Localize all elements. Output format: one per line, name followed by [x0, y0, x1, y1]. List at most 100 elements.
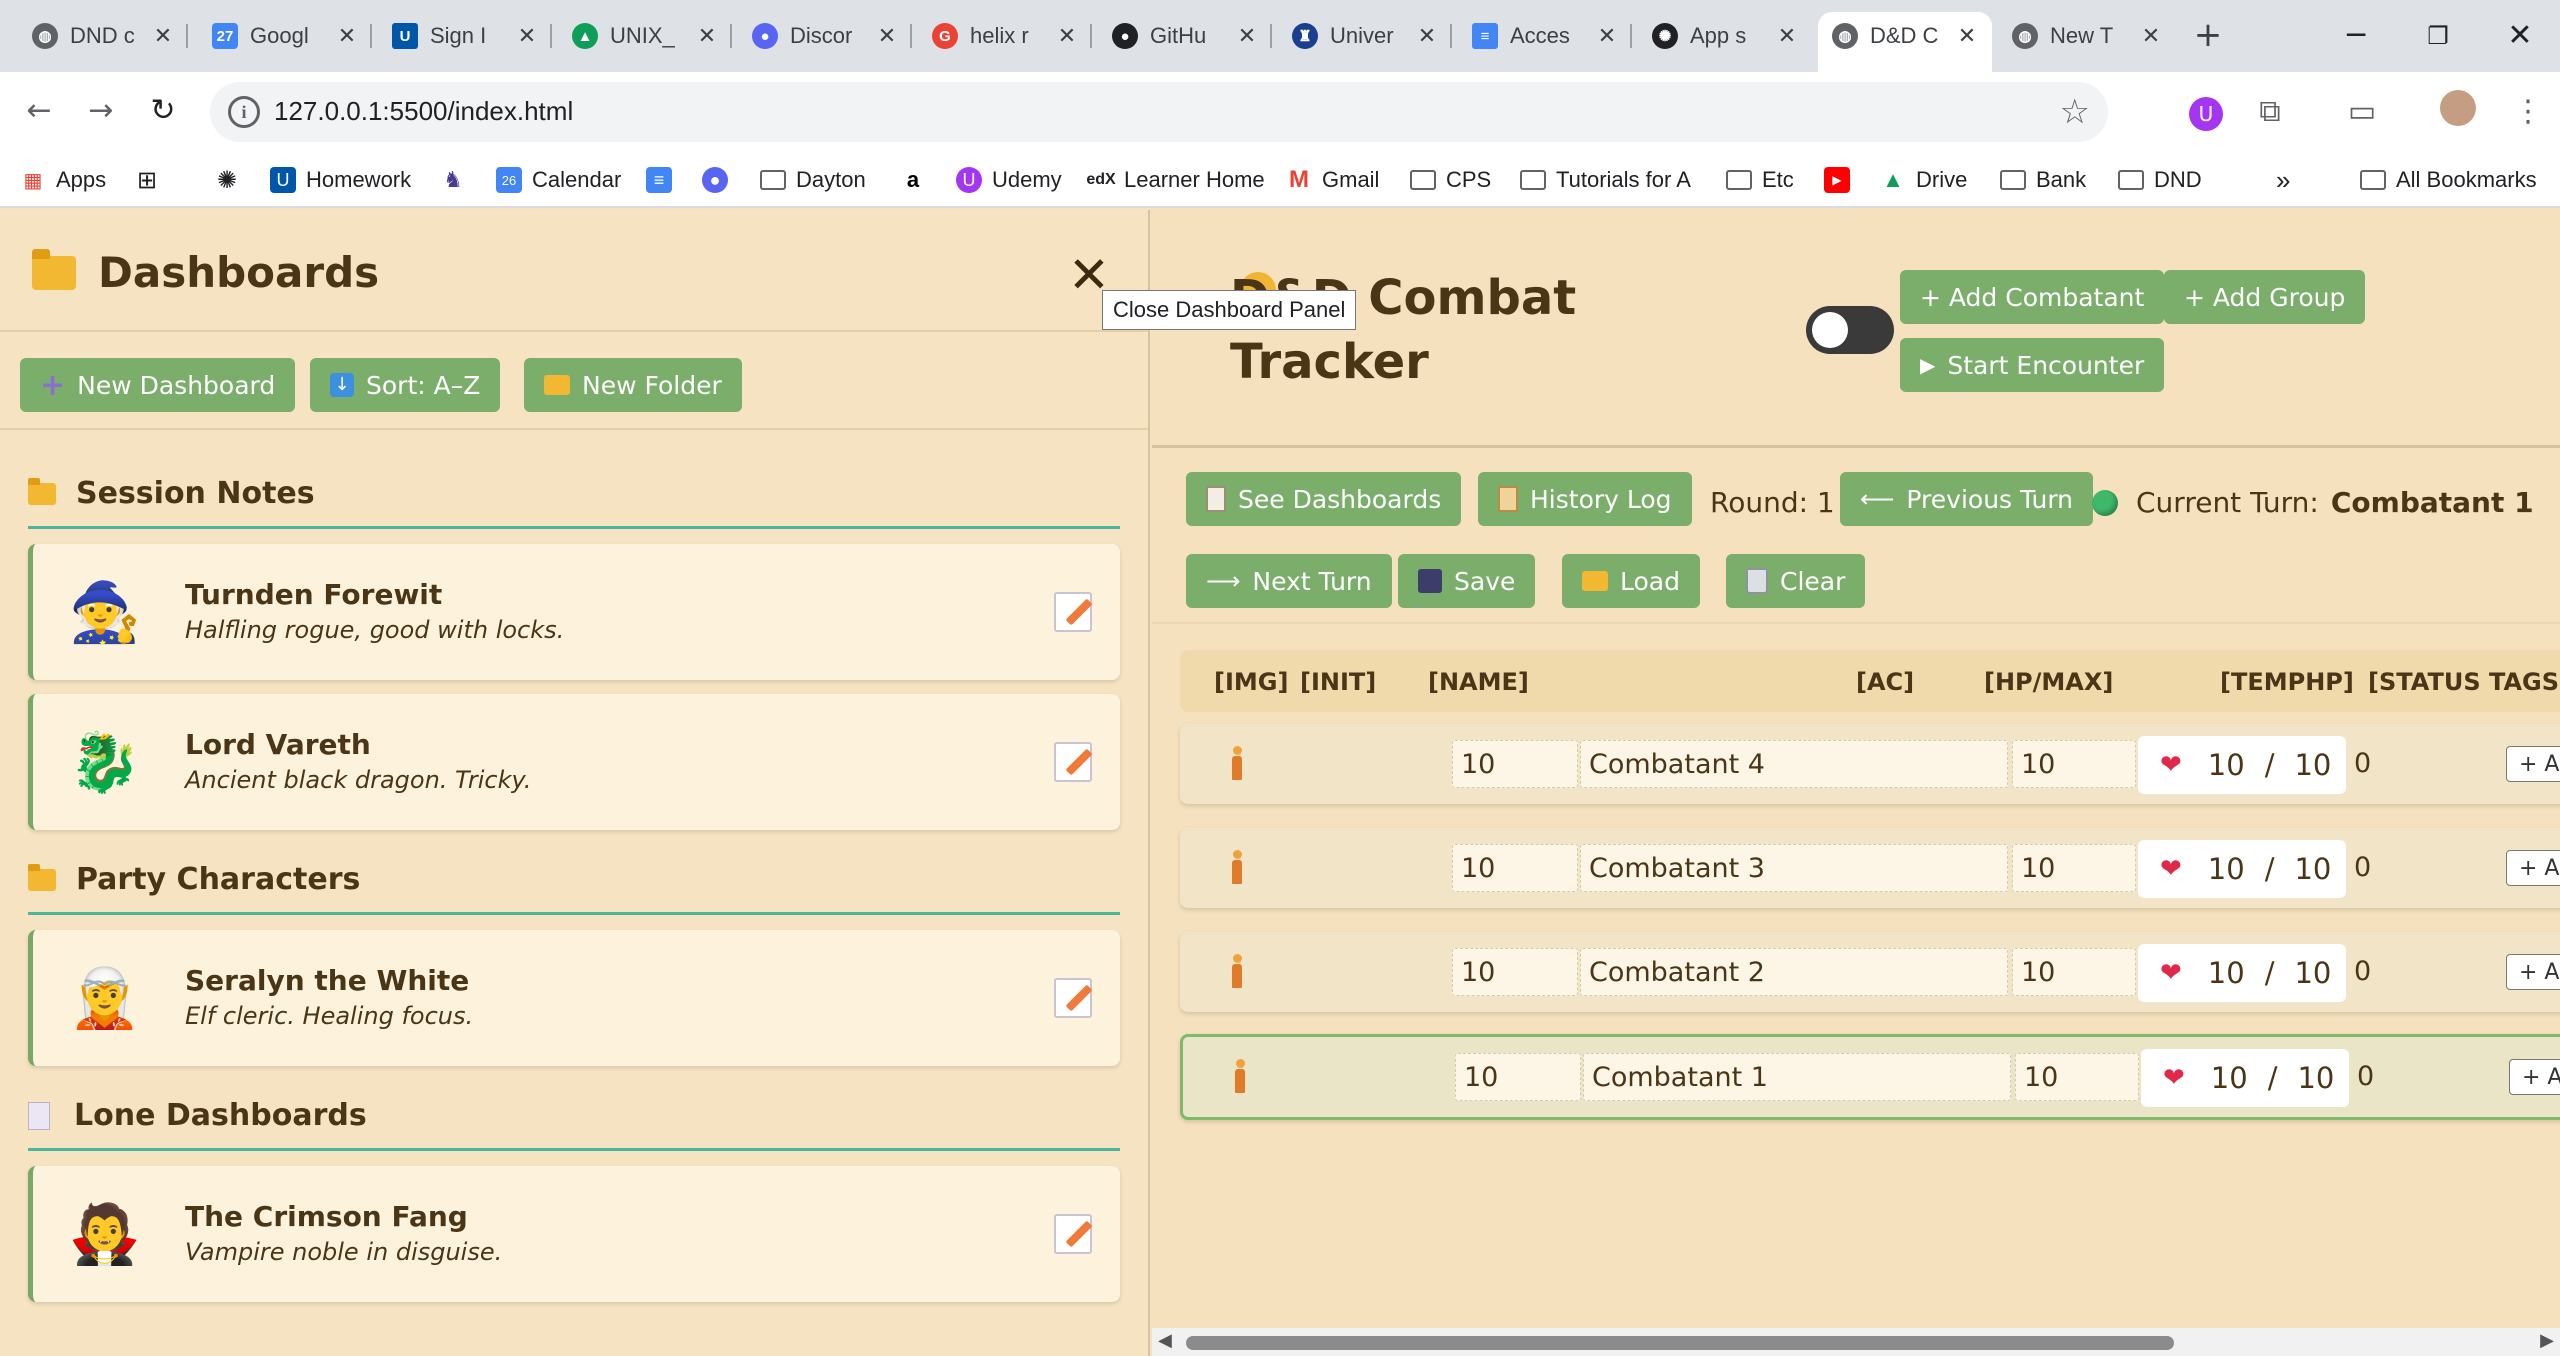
combatant-row[interactable]: 10 Combatant 3 10 ❤ 10 / 10 0 + Add⌄	[1180, 828, 2560, 908]
extension-udemy-icon[interactable]: U	[2184, 90, 2228, 134]
browser-tab[interactable]: ✺ App s ✕	[1638, 12, 1812, 60]
theme-toggle[interactable]	[1806, 306, 1894, 354]
bookmark-all-bookmarks[interactable]: All Bookmarks	[2360, 162, 2537, 198]
status-tag-select[interactable]: + Add⌄	[2506, 850, 2560, 886]
ac-input[interactable]: 10	[2012, 740, 2136, 788]
forward-icon[interactable]: →	[78, 88, 124, 134]
see-dashboards-button[interactable]: See Dashboards	[1186, 472, 1462, 526]
combatant-row[interactable]: 10 Combatant 4 10 ❤ 10 / 10 0 + Add⌄	[1180, 724, 2560, 804]
add-combatant-button[interactable]: + Add Combatant	[1900, 270, 2165, 324]
initiative-input[interactable]: 10	[1452, 844, 1578, 892]
browser-tab[interactable]: ♜ Univer ✕	[1278, 12, 1452, 60]
browser-tab[interactable]: Ghelix r ✕	[918, 12, 1092, 60]
bookmark-udemy[interactable]: U Udemy	[956, 162, 1062, 198]
bookmark-amazon[interactable]: a	[900, 162, 936, 198]
browser-tab[interactable]: ≡ Acces ✕	[1458, 12, 1632, 60]
bookmark-chatgpt[interactable]: ✺	[214, 162, 250, 198]
hp-max[interactable]: 10	[2297, 1061, 2334, 1095]
tab-close-icon[interactable]: ✕	[1236, 23, 1258, 49]
bookmark-folder-dayton[interactable]: Dayton	[760, 162, 866, 198]
status-tag-select[interactable]: + Add⌄	[2506, 746, 2560, 782]
new-tab-button[interactable]: +	[2186, 14, 2230, 58]
bookmark-folder-etc[interactable]: Etc	[1726, 162, 1794, 198]
tab-close-icon[interactable]: ✕	[1056, 23, 1078, 49]
dashboard-card[interactable]: 🧛 The Crimson Fang Vampire noble in disg…	[28, 1166, 1120, 1302]
initiative-input[interactable]: 10	[1455, 1053, 1581, 1101]
combatant-row-active[interactable]: 10 Combatant 1 10 ❤ 10 / 10 0 + Add⌄	[1180, 1034, 2560, 1120]
save-button[interactable]: Save	[1398, 554, 1536, 608]
clear-button[interactable]: Clear	[1726, 554, 1866, 608]
start-encounter-button[interactable]: ▶ Start Encounter	[1900, 338, 2165, 392]
bookmark-folder-cps[interactable]: CPS	[1410, 162, 1491, 198]
browser-tab-active[interactable]: ◍ D&D C ✕	[1818, 12, 1992, 72]
tab-close-icon[interactable]: ✕	[2140, 23, 2162, 49]
history-log-button[interactable]: History Log	[1478, 472, 1692, 526]
scroll-right-icon[interactable]: ▶	[2540, 1330, 2554, 1351]
edit-icon[interactable]	[1054, 978, 1092, 1018]
folder-section-title[interactable]: Session Notes	[28, 476, 315, 511]
extensions-puzzle-icon[interactable]: ⧉	[2248, 90, 2292, 134]
bookmark-drive[interactable]: ▲ Drive	[1880, 162, 1967, 198]
next-turn-button[interactable]: ⟶ Next Turn	[1186, 554, 1392, 608]
browser-tab[interactable]: ● Discor ✕	[738, 12, 912, 60]
tab-close-icon[interactable]: ✕	[336, 23, 358, 49]
bookmark-grid[interactable]: ⊞	[134, 162, 170, 198]
hp-current[interactable]: 10	[2211, 1061, 2248, 1095]
address-bar[interactable]: i 127.0.0.1:5500/index.html ☆	[210, 82, 2108, 142]
tab-close-icon[interactable]: ✕	[152, 23, 174, 49]
minimize-icon[interactable]: ─	[2326, 14, 2386, 58]
hp-current[interactable]: 10	[2208, 956, 2245, 990]
hp-current[interactable]: 10	[2208, 748, 2245, 782]
hp-max[interactable]: 10	[2294, 748, 2331, 782]
edit-icon[interactable]	[1054, 742, 1092, 782]
bookmark-calendar[interactable]: 26 Calendar	[496, 162, 621, 198]
temp-hp-value[interactable]: 0	[2354, 956, 2371, 987]
reload-icon[interactable]: ↻	[140, 88, 186, 134]
browser-menu-icon[interactable]: ⋮	[2506, 90, 2550, 134]
status-tag-select[interactable]: + Add⌄	[2509, 1059, 2560, 1095]
bookmark-homework[interactable]: U Homework	[270, 162, 411, 198]
bookmark-star-icon[interactable]: ☆	[2060, 92, 2090, 132]
load-button[interactable]: Load	[1562, 554, 1700, 608]
scroll-left-icon[interactable]: ◀	[1158, 1330, 1172, 1351]
dashboard-card[interactable]: 🧝 Seralyn the White Elf cleric. Healing …	[28, 930, 1120, 1066]
bookmark-folder-bank[interactable]: Bank	[2000, 162, 2086, 198]
ac-input[interactable]: 10	[2012, 844, 2136, 892]
temp-hp-value[interactable]: 0	[2357, 1061, 2374, 1092]
status-tag-select[interactable]: + Add⌄	[2506, 954, 2560, 990]
previous-turn-button[interactable]: ⟵ Previous Turn	[1840, 472, 2094, 526]
tab-close-icon[interactable]: ✕	[516, 23, 538, 49]
cast-icon[interactable]: ▭	[2340, 90, 2384, 134]
bookmark-folder-dnd[interactable]: DND	[2118, 162, 2202, 198]
back-icon[interactable]: ←	[16, 88, 62, 134]
edit-icon[interactable]	[1054, 1214, 1092, 1254]
temp-hp-value[interactable]: 0	[2354, 748, 2371, 779]
name-input[interactable]: Combatant 3	[1580, 844, 2008, 892]
name-input[interactable]: Combatant 2	[1580, 948, 2008, 996]
bookmarks-overflow-icon[interactable]: »	[2276, 162, 2290, 198]
initiative-input[interactable]: 10	[1452, 948, 1578, 996]
add-group-button[interactable]: + Add Group	[2164, 270, 2366, 324]
name-input[interactable]: Combatant 4	[1580, 740, 2008, 788]
browser-tab[interactable]: ● GitHu ✕	[1098, 12, 1272, 60]
edit-icon[interactable]	[1054, 592, 1092, 632]
new-dashboard-button[interactable]: + New Dashboard	[20, 358, 296, 412]
dashboard-card[interactable]: 🐉 Lord Vareth Ancient black dragon. Tric…	[28, 694, 1120, 830]
browser-tab[interactable]: U Sign I ✕	[378, 12, 552, 60]
browser-tab[interactable]: ▲ UNIX_ ✕	[558, 12, 732, 60]
horizontal-scrollbar[interactable]: ◀ ▶	[1152, 1328, 2560, 1356]
bookmark-learner-home[interactable]: edX Learner Home	[1086, 162, 1264, 198]
bookmark-gmail[interactable]: M Gmail	[1286, 162, 1379, 198]
bookmark-apps[interactable]: ▦ Apps	[20, 162, 107, 198]
bookmark-wolf[interactable]: ♞	[440, 162, 476, 198]
new-folder-button[interactable]: New Folder	[524, 358, 742, 412]
bookmark-docs[interactable]: ≡	[646, 162, 682, 198]
profile-avatar[interactable]	[2436, 90, 2480, 134]
dashboard-card[interactable]: 🧙 Turnden Forewit Halfling rogue, good w…	[28, 544, 1120, 680]
ac-input[interactable]: 10	[2015, 1053, 2139, 1101]
folder-section-title[interactable]: Party Characters	[28, 862, 360, 897]
browser-tab[interactable]: 27 Googl ✕	[198, 12, 372, 60]
restore-icon[interactable]: ❐	[2408, 14, 2468, 58]
browser-tab[interactable]: ◍ New T ✕	[1998, 12, 2176, 60]
tab-close-icon[interactable]: ✕	[876, 23, 898, 49]
